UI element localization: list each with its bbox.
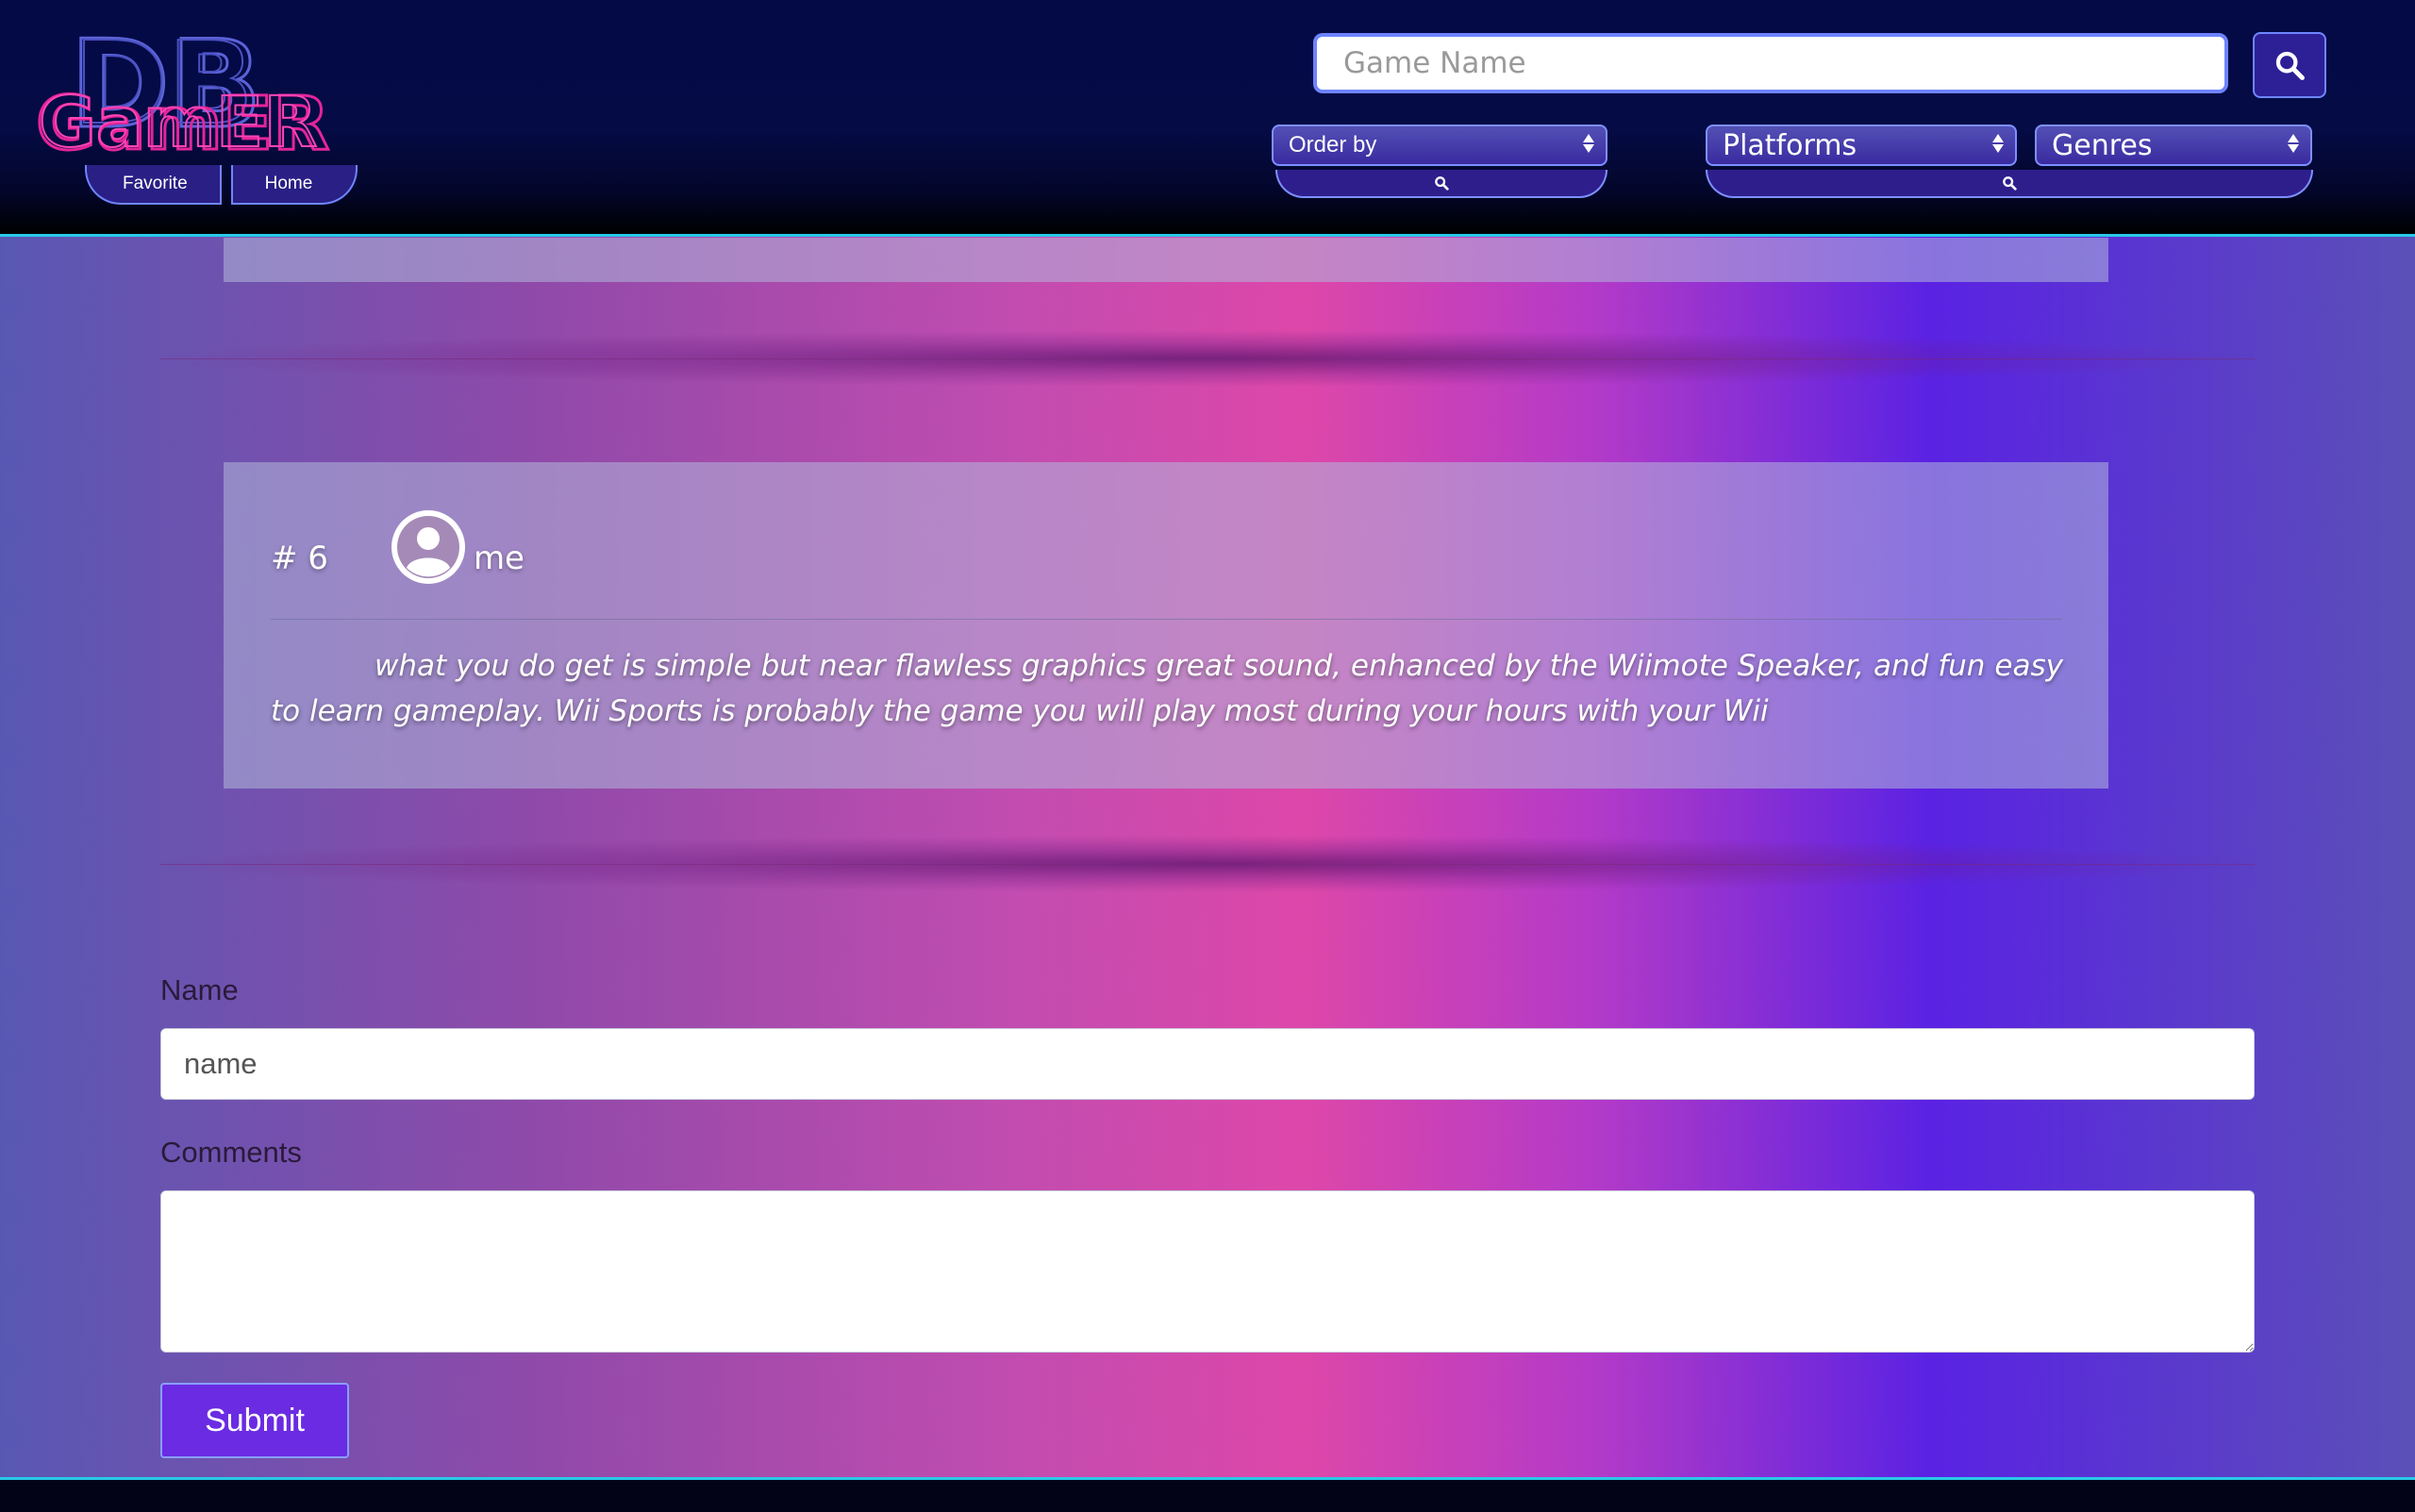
search-button[interactable] <box>2253 32 2326 98</box>
genres-label: Genres <box>2052 128 2153 162</box>
comments-label: Comments <box>160 1136 302 1169</box>
select-arrows-icon <box>1992 134 2004 153</box>
logo-text-gamer-inner: GamER <box>39 82 317 162</box>
comment-text: what you do get is simple but near flawl… <box>271 649 2063 728</box>
top-navbar: DB DB GamER GamER Favorite Home Order by… <box>0 0 2415 237</box>
comment-divider <box>271 619 2061 620</box>
comments-textarea[interactable] <box>160 1190 2255 1353</box>
home-button[interactable]: Home <box>230 165 358 205</box>
separator-line <box>160 358 2255 359</box>
nav-buttons: Favorite Home <box>85 165 358 205</box>
select-arrows-icon <box>2288 134 2299 153</box>
comment-username: me <box>473 540 525 577</box>
name-input[interactable] <box>160 1028 2255 1100</box>
search-icon <box>2003 176 2017 191</box>
favorite-button[interactable]: Favorite <box>85 165 222 205</box>
user-circle-icon <box>391 510 465 584</box>
filter-search-button[interactable] <box>1706 170 2313 198</box>
footer <box>0 1477 2415 1512</box>
comment-rank: # 6 <box>271 540 328 577</box>
site-logo[interactable]: DB DB GamER GamER <box>34 21 383 162</box>
separator-line <box>160 864 2255 865</box>
name-label: Name <box>160 973 239 1006</box>
platforms-select[interactable]: Platforms <box>1706 125 2017 166</box>
comment-card: # 6 me what you do get is simple but nea… <box>224 462 2108 789</box>
submit-button[interactable]: Submit <box>160 1383 349 1458</box>
order-by-label: Order by <box>1289 132 1377 158</box>
comment-header: # 6 me <box>271 509 525 585</box>
search-icon <box>1435 176 1449 191</box>
search-icon <box>2275 51 2305 80</box>
game-search-input[interactable] <box>1313 33 2228 93</box>
select-arrows-icon <box>1583 134 1594 153</box>
platforms-label: Platforms <box>1723 128 1857 162</box>
previous-comment-card <box>224 238 2108 282</box>
order-by-select[interactable]: Order by <box>1272 125 1607 166</box>
order-search-button[interactable] <box>1275 170 1607 198</box>
genres-select[interactable]: Genres <box>2035 125 2312 166</box>
